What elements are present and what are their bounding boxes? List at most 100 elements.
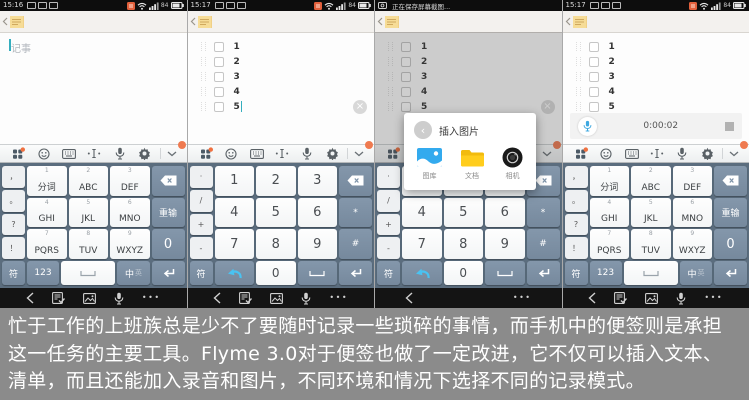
mic-icon[interactable] <box>295 147 320 160</box>
enter-key[interactable] <box>339 261 372 285</box>
key-4[interactable]: 4 <box>402 198 442 228</box>
back-chevron-icon[interactable] <box>565 17 571 26</box>
key-9[interactable]: 9 <box>485 229 525 259</box>
key-分词[interactable]: 1分词 <box>590 166 630 196</box>
checkbox[interactable] <box>589 42 599 52</box>
ime-logo-icon[interactable] <box>194 147 219 160</box>
zero-key[interactable]: 0 <box>152 229 185 259</box>
popup-option-camera[interactable]: 相机 <box>502 147 523 181</box>
key-TUV[interactable]: 8TUV <box>631 229 671 259</box>
key-JKL[interactable]: 5JKL <box>631 198 671 228</box>
key-DEF[interactable]: 3DEF <box>673 166 713 196</box>
punct-key-4[interactable]: - <box>190 237 213 259</box>
checklist-note-icon[interactable] <box>52 292 65 304</box>
key-ABC[interactable]: 2ABC <box>69 166 109 196</box>
emoji-icon[interactable] <box>31 148 56 160</box>
text-select-icon[interactable] <box>644 148 669 159</box>
insert-image-icon[interactable] <box>645 293 658 304</box>
key-PQRS[interactable]: 7PQRS <box>27 229 67 259</box>
keyboard-icon[interactable] <box>57 149 82 159</box>
key-5[interactable]: 5 <box>256 198 296 228</box>
punct-key-2[interactable]: / <box>377 190 400 212</box>
back-chevron-icon[interactable] <box>377 17 383 26</box>
key-WXYZ[interactable]: 9WXYZ <box>110 229 150 259</box>
punct-key-1[interactable]: · <box>190 166 213 188</box>
enter-key[interactable] <box>152 261 185 285</box>
key-TUV[interactable]: 8TUV <box>69 229 109 259</box>
mic-icon[interactable] <box>670 147 695 160</box>
keyboard-icon[interactable] <box>244 149 269 159</box>
checklist-note-icon[interactable] <box>239 292 252 304</box>
key-4[interactable]: 4 <box>215 198 255 228</box>
checkbox[interactable] <box>589 57 599 67</box>
backspace-key[interactable] <box>339 166 372 196</box>
insert-image-icon[interactable] <box>270 293 283 304</box>
symbols-key[interactable]: 符 <box>190 261 213 285</box>
collapse-keyboard-icon[interactable] <box>163 151 181 157</box>
hash-key[interactable]: # <box>339 229 372 259</box>
punct-key-2[interactable]: / <box>190 190 213 212</box>
key-GHI[interactable]: 4GHI <box>27 198 67 228</box>
punct-key-4[interactable]: ！ <box>2 237 25 259</box>
key-MNO[interactable]: 6MNO <box>673 198 713 228</box>
more-options-icon[interactable]: ••• <box>329 294 348 302</box>
punct-key-1[interactable]: ， <box>565 166 588 188</box>
space-key[interactable] <box>624 261 678 285</box>
back-icon[interactable] <box>213 292 221 304</box>
emoji-icon[interactable] <box>219 148 244 160</box>
more-options-icon[interactable]: ••• <box>513 294 532 302</box>
emoji-icon[interactable] <box>594 148 619 160</box>
punct-key-3[interactable]: + <box>190 214 213 236</box>
key-5[interactable]: 5 <box>444 198 484 228</box>
key-2[interactable]: 2 <box>256 166 296 196</box>
back-icon[interactable] <box>588 292 596 304</box>
backspace-key[interactable] <box>152 166 185 196</box>
undo-key[interactable] <box>402 261 442 285</box>
text-select-icon[interactable] <box>82 148 107 159</box>
retype-key[interactable]: 重输 <box>714 198 747 228</box>
retype-key[interactable]: 重输 <box>152 198 185 228</box>
drag-handle-icon[interactable] <box>576 87 581 96</box>
symbols-key[interactable]: 符 <box>2 261 25 285</box>
hash-key[interactable]: # <box>527 229 560 259</box>
key-分词[interactable]: 1分词 <box>27 166 67 196</box>
zero-key[interactable]: 0 <box>714 229 747 259</box>
ime-logo-icon[interactable] <box>6 147 31 160</box>
drag-handle-icon[interactable] <box>576 42 581 51</box>
popup-back-icon[interactable]: ‹ <box>414 121 432 139</box>
punct-key-2[interactable]: 。 <box>2 190 25 212</box>
drag-handle-icon[interactable] <box>201 42 206 51</box>
mic-icon[interactable] <box>107 147 132 160</box>
drag-handle-icon[interactable] <box>201 72 206 81</box>
symbols-key[interactable]: 符 <box>565 261 588 285</box>
undo-key[interactable] <box>215 261 255 285</box>
back-icon[interactable] <box>405 292 413 304</box>
punct-key-4[interactable]: - <box>377 237 400 259</box>
punct-key-2[interactable]: 。 <box>565 190 588 212</box>
back-chevron-icon[interactable] <box>190 17 196 26</box>
enter-key[interactable] <box>527 261 560 285</box>
drag-handle-icon[interactable] <box>576 57 581 66</box>
note-edit-area[interactable]: 12345 0:00:02 <box>563 33 749 144</box>
collapse-keyboard-icon[interactable] <box>350 151 368 157</box>
zero-key[interactable]: 0 <box>256 261 296 285</box>
record-audio-icon[interactable] <box>114 292 124 305</box>
record-audio-icon[interactable] <box>676 292 686 305</box>
record-audio-icon[interactable] <box>301 292 311 305</box>
text-select-icon[interactable] <box>269 148 294 159</box>
key-7[interactable]: 7 <box>215 229 255 259</box>
popup-option-gallery[interactable]: 图库 <box>417 147 442 181</box>
punct-key-3[interactable]: + <box>377 214 400 236</box>
key-8[interactable]: 8 <box>444 229 484 259</box>
space-key[interactable] <box>298 261 338 285</box>
keyboard-icon[interactable] <box>619 149 644 159</box>
punct-key-3[interactable]: ? <box>565 214 588 236</box>
settings-gear-icon[interactable] <box>695 147 720 160</box>
key-8[interactable]: 8 <box>256 229 296 259</box>
stop-recording-button[interactable] <box>725 122 734 131</box>
key-JKL[interactable]: 5JKL <box>69 198 109 228</box>
checkbox[interactable] <box>214 102 224 112</box>
note-edit-area[interactable]: 记事 <box>0 33 187 144</box>
key-GHI[interactable]: 4GHI <box>590 198 630 228</box>
settings-gear-icon[interactable] <box>320 147 345 160</box>
